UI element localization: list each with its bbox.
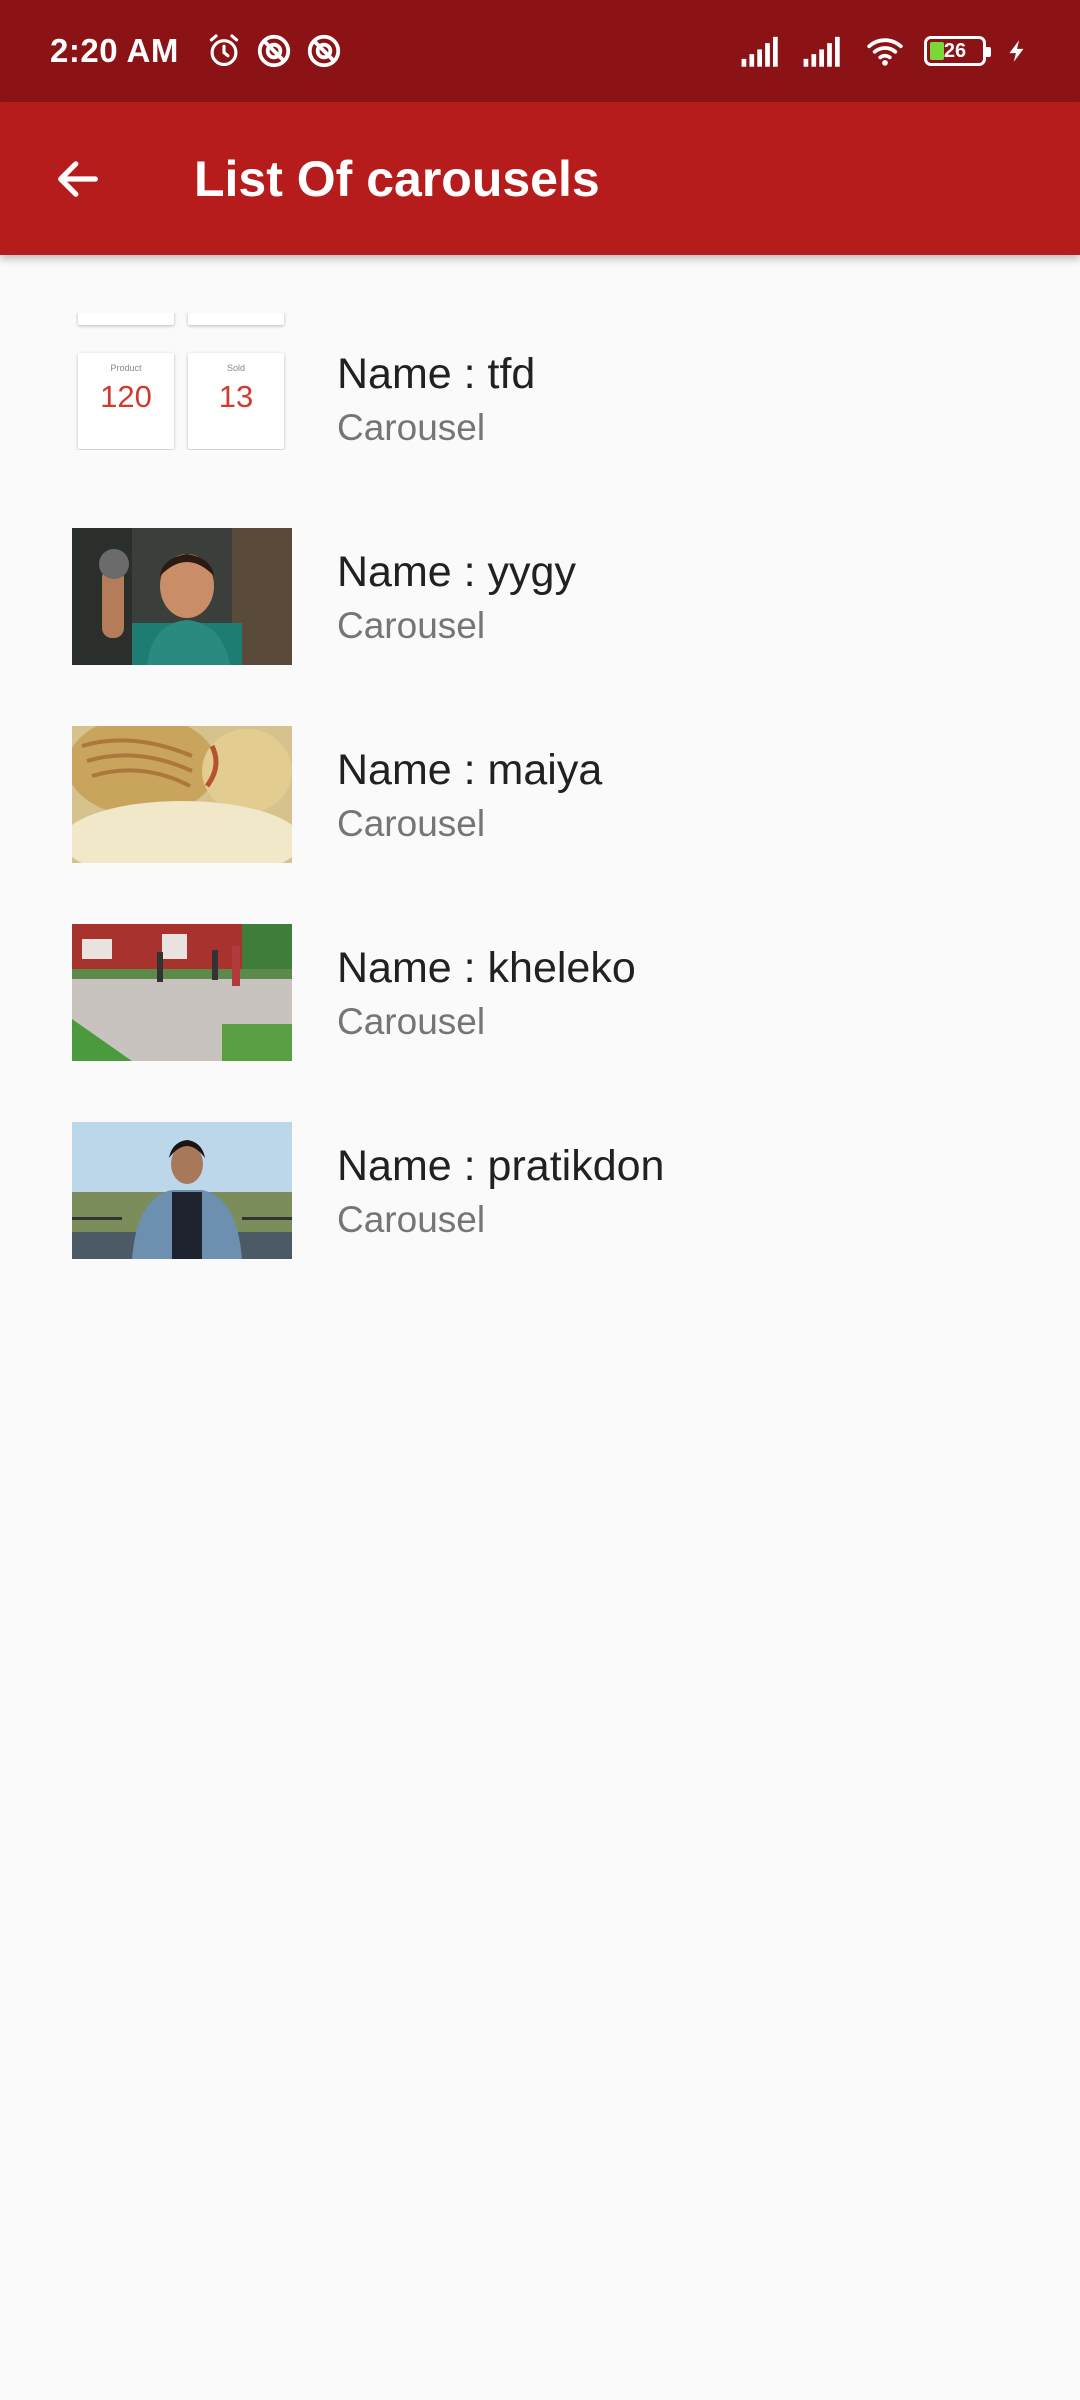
stat-card-sold: Sold 13: [188, 353, 284, 449]
carousel-name: Name : maiya: [337, 745, 603, 794]
stat-value: 120: [100, 379, 152, 414]
battery-level: 26: [943, 39, 967, 62]
carousel-name: Name : pratikdon: [337, 1141, 665, 1190]
stat-label: Sold: [226, 363, 245, 373]
list-item[interactable]: Name : yygy Carousel: [0, 498, 1080, 696]
carousel-type: Carousel: [337, 802, 486, 844]
signal-icon: [741, 36, 778, 67]
charging-icon: [1009, 40, 1024, 62]
carousel-type: Carousel: [337, 406, 486, 448]
list-item[interactable]: Name : pratikdon Carousel: [0, 1092, 1080, 1290]
carousel-thumbnail: Product 120 Sold 13: [72, 313, 292, 450]
status-bar: 2:20 AM 26: [0, 0, 1080, 102]
signal-icon: [803, 36, 840, 67]
battery-icon: 26: [924, 36, 991, 66]
carousel-name: Name : tfd: [337, 349, 536, 398]
carousel-thumbnail: [72, 726, 292, 863]
carousel-list: Product 120 Sold 13 Name : tfd Carousel: [0, 300, 1080, 1290]
data-saver-icon: [307, 34, 340, 68]
carousel-type: Carousel: [337, 1198, 486, 1240]
carousel-type: Carousel: [337, 1000, 486, 1042]
back-button[interactable]: [50, 151, 106, 207]
stat-value: 13: [218, 379, 254, 414]
stat-card-product: Product 120: [78, 353, 174, 449]
list-item[interactable]: Name : kheleko Carousel: [0, 894, 1080, 1092]
carousel-thumbnail: [72, 924, 292, 1061]
data-saver-icon: [257, 34, 290, 68]
wifi-icon: [867, 38, 903, 66]
app-bar: List Of carousels: [0, 102, 1080, 255]
arrow-back-icon: [58, 160, 98, 197]
list-item[interactable]: Product 120 Sold 13 Name : tfd Carousel: [0, 300, 1080, 498]
carousel-name: Name : yygy: [337, 547, 576, 596]
carousel-type: Carousel: [337, 604, 486, 646]
carousel-thumbnail: [72, 528, 292, 665]
alarm-icon: [209, 34, 239, 67]
status-time: 2:20 AM: [50, 32, 179, 69]
stat-label: Product: [110, 363, 142, 373]
list-item[interactable]: Name : maiya Carousel: [0, 696, 1080, 894]
carousel-name: Name : kheleko: [337, 943, 636, 992]
page-title: List Of carousels: [194, 150, 600, 207]
carousel-thumbnail: [72, 1122, 292, 1259]
